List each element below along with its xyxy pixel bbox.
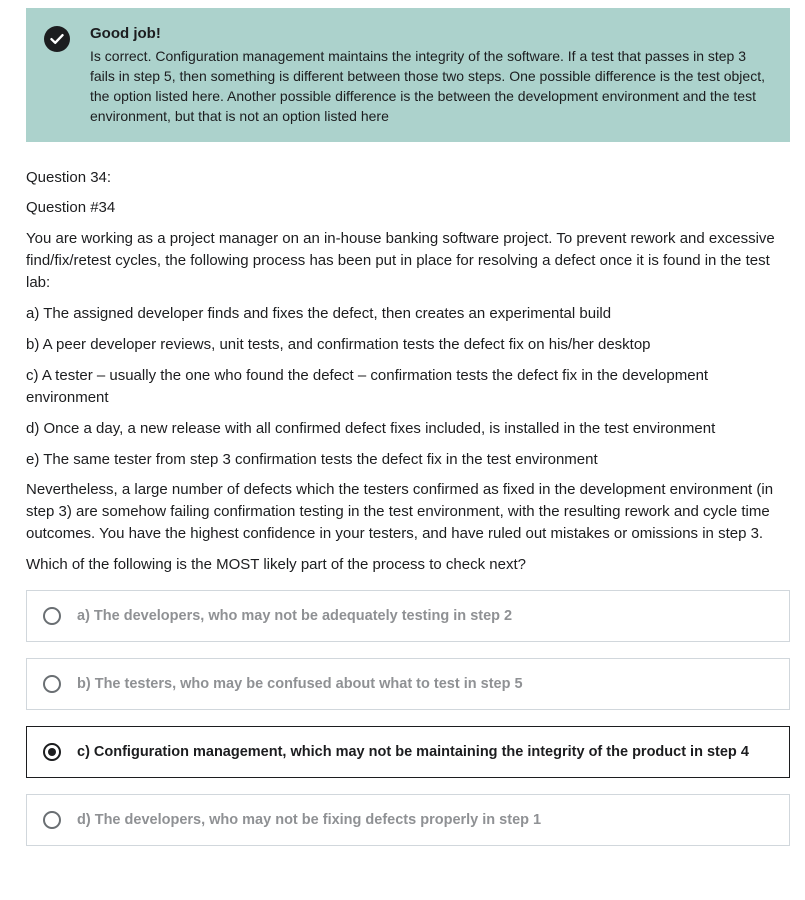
radio-button-selected[interactable] (43, 743, 61, 761)
radio-button[interactable] (43, 811, 61, 829)
radio-button[interactable] (43, 675, 61, 693)
radio-button[interactable] (43, 607, 61, 625)
answer-option-b[interactable]: b) The testers, who may be confused abou… (26, 658, 790, 710)
process-step: e) The same tester from step 3 confirmat… (26, 451, 598, 468)
answer-option-d[interactable]: d) The developers, who may not be fixing… (26, 794, 790, 846)
process-step: b) A peer developer reviews, unit tests,… (26, 336, 651, 353)
process-step: c) A tester – usually the one who found … (26, 367, 709, 406)
answer-option-label: b) The testers, who may be confused abou… (77, 676, 523, 692)
question-context: Nevertheless, a large number of defects … (26, 481, 774, 542)
feedback-title: Good job! (90, 25, 161, 42)
question-prompt: Which of the following is the MOST likel… (26, 556, 526, 573)
answer-option-c[interactable]: c) Configuration management, which may n… (26, 726, 790, 778)
question-body: You are working as a project manager on … (26, 230, 775, 291)
radio-selected-dot (48, 748, 56, 756)
answer-option-label: d) The developers, who may not be fixing… (77, 812, 542, 828)
question-label: Question 34: (26, 169, 112, 186)
checkmark-icon (44, 26, 70, 52)
answer-options: a) The developers, who may not be adequa… (26, 590, 790, 846)
question-number: Question #34 (26, 199, 116, 216)
answer-option-a[interactable]: a) The developers, who may not be adequa… (26, 590, 790, 642)
answer-option-label: a) The developers, who may not be adequa… (77, 608, 513, 624)
feedback-text: Is correct. Configuration management mai… (90, 48, 765, 124)
process-step: d) Once a day, a new release with all co… (26, 420, 716, 437)
quiz-container: Good job! Is correct. Configuration mana… (26, 8, 790, 862)
answer-option-label: c) Configuration management, which may n… (77, 744, 749, 760)
feedback-alert: Good job! Is correct. Configuration mana… (26, 8, 790, 142)
process-step: a) The assigned developer finds and fixe… (26, 305, 612, 322)
